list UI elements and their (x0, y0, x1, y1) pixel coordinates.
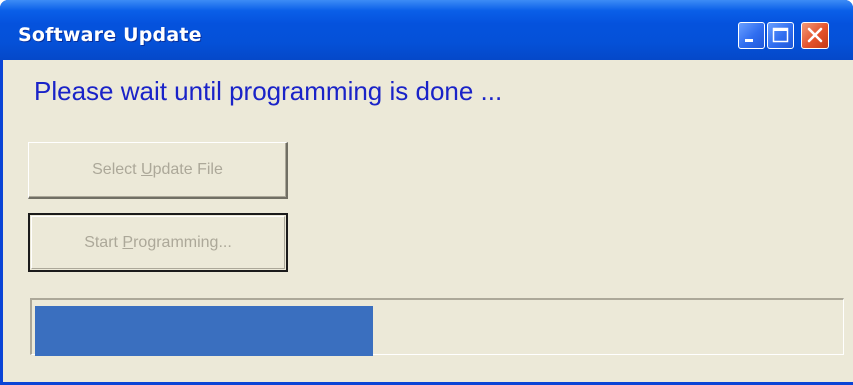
software-update-window: Software Update Please wait until progra… (0, 0, 853, 385)
progress-bar (30, 298, 844, 356)
status-message: Please wait until programming is done ..… (34, 76, 503, 106)
select-update-file-label: Select Update File (92, 161, 223, 178)
maximize-icon (772, 27, 789, 43)
close-button-face[interactable] (801, 22, 829, 49)
close-button[interactable] (797, 0, 853, 60)
minimize-button[interactable] (738, 22, 765, 49)
dialog-body: Please wait until programming is done ..… (3, 60, 853, 382)
close-icon (807, 27, 823, 43)
progress-bar-fill (35, 306, 373, 356)
minimize-icon (745, 39, 753, 42)
start-programming-label: Start Programming... (84, 234, 232, 251)
window-title: Software Update (18, 24, 202, 46)
start-programming-button[interactable]: Start Programming... (28, 213, 288, 272)
select-update-file-button[interactable]: Select Update File (28, 142, 288, 199)
maximize-button[interactable] (767, 22, 794, 49)
title-bar[interactable]: Software Update (0, 0, 853, 60)
